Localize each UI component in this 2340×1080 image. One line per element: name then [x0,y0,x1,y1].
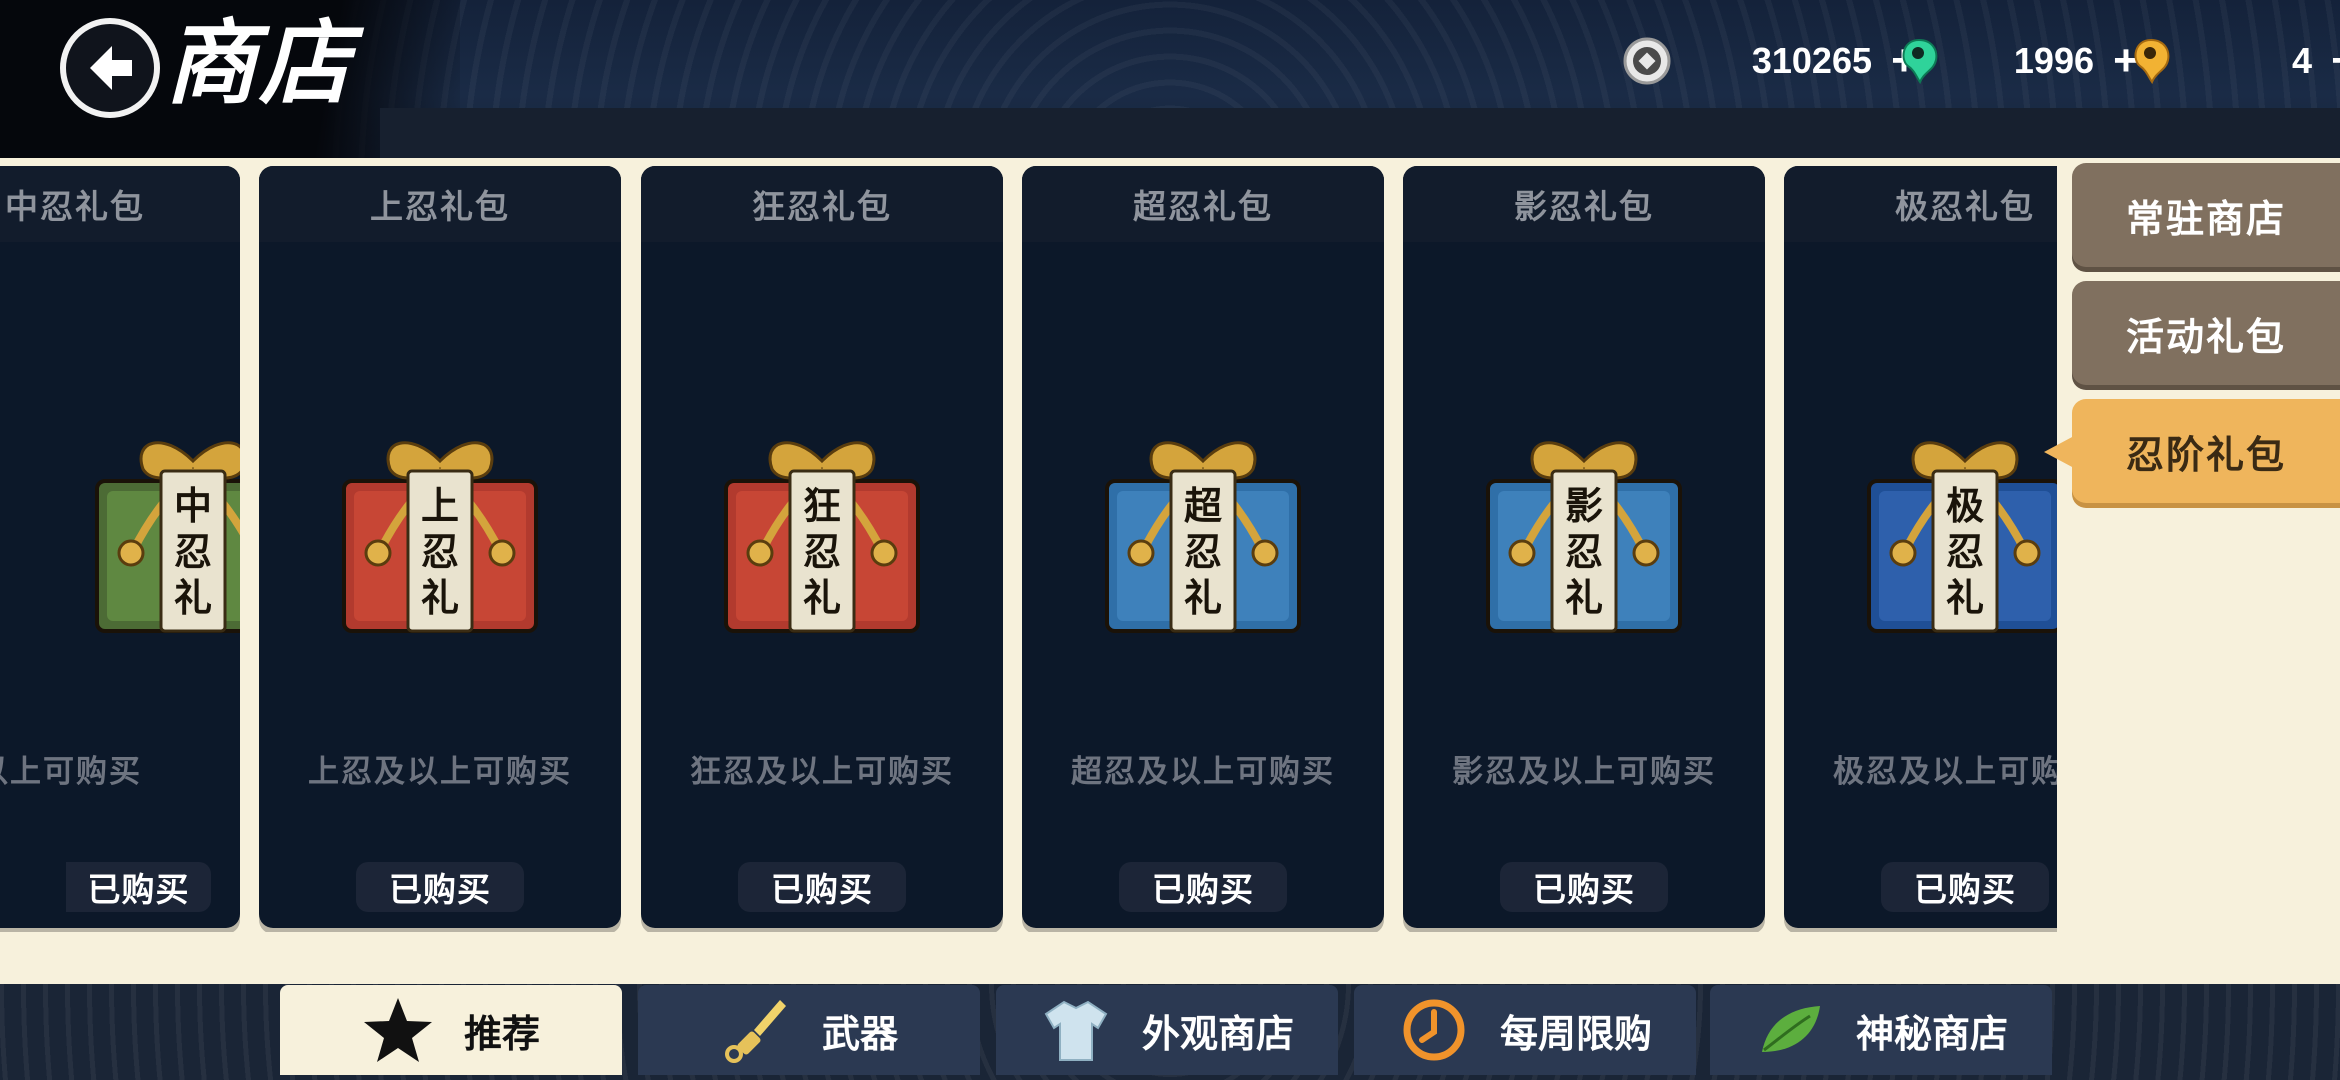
pack-seal-char: 忍 [174,530,212,574]
active-tab-pointer [2044,436,2074,468]
currency-gold-magatama: 4 + [2126,30,2340,92]
back-arrow-icon [90,46,132,90]
tab-weapons[interactable]: 武器 [638,985,980,1075]
pack-card[interactable]: 中忍礼包 中忍礼 中忍及以上可购买 已购买 [0,166,240,928]
tab-label: 外观商店 [1141,1011,1294,1056]
coin-icon [1622,36,1672,86]
purchased-button[interactable]: 已购买 [356,862,524,912]
gold-magatama-value: 4 [2291,40,2312,81]
pack-seal-char: 礼 [421,576,459,620]
coin-value: 310265 [1751,40,1872,81]
page-title: 商店 [165,9,354,117]
pack-seal-char: 中 [174,484,212,528]
pack-box-icon: 极忍礼 [1845,421,2057,651]
pack-title: 狂忍礼包 [641,166,1003,242]
side-tab-regular-shop[interactable]: 常驻商店 [2072,163,2340,267]
green-magatama-icon [1894,36,1944,86]
pack-seal-char: 影 [1565,484,1603,528]
header-strip [380,108,2340,158]
pack-card[interactable]: 上忍礼包 上忍礼 上忍及以上可购买 已购买 [259,166,621,928]
purchased-button[interactable]: 已购买 [1119,862,1287,912]
tab-label: 武器 [821,1011,898,1056]
pack-condition: 狂忍及以上可购买 [690,754,954,790]
add-gold-magatama-button[interactable]: + [2324,39,2340,83]
green-magatama-value: 1996 [2013,40,2094,81]
pack-seal-char: 礼 [1946,576,1984,620]
pack-condition: 上忍及以上可购买 [308,754,572,790]
pack-card[interactable]: 超忍礼包 超忍礼 超忍及以上可购买 已购买 [1022,166,1384,928]
pack-seal-char: 狂 [803,484,841,528]
kunai-icon [720,994,792,1066]
star-icon [362,994,434,1066]
currency-coin: 310265 + [1622,30,1924,92]
currency-green-magatama: 1996 + [1894,30,2146,92]
pack-seal-char: 忍 [1946,530,1984,574]
leaf-icon [1754,994,1826,1066]
pack-title: 上忍礼包 [259,166,621,242]
pack-seal-char: 忍 [1565,530,1603,574]
pack-box-icon: 上忍礼 [320,421,560,651]
pack-condition: 超忍及以上可购买 [1071,754,1335,790]
shirt-icon [1040,994,1112,1066]
purchased-button[interactable]: 已购买 [66,862,211,912]
pack-title: 影忍礼包 [1403,166,1765,242]
clock-icon [1398,994,1470,1066]
pack-seal-char: 忍 [803,530,841,574]
pack-seal-char: 礼 [174,576,212,620]
pack-seal-char: 礼 [1565,576,1603,620]
tab-appearance-shop[interactable]: 外观商店 [996,985,1338,1075]
pack-card[interactable]: 极忍礼包 极忍礼 极忍及以上可购买 已购买 [1784,166,2057,928]
pack-list[interactable]: 中忍礼包 中忍礼 中忍及以上可购买 已购买 上忍礼包 上忍礼 上忍及以上可购买 … [0,166,2057,932]
pack-box-icon: 影忍礼 [1464,421,1704,651]
tab-label: 推荐 [463,1011,540,1056]
pack-seal-char: 忍 [421,530,459,574]
pack-box-icon: 狂忍礼 [702,421,942,651]
purchased-button[interactable]: 已购买 [1500,862,1668,912]
side-tab-rank-packs[interactable]: 忍阶礼包 [2072,399,2340,503]
tab-weekly-limited[interactable]: 每周限购 [1354,985,1696,1075]
pack-seal-char: 极 [1946,484,1984,528]
pack-card[interactable]: 影忍礼包 影忍礼 影忍及以上可购买 已购买 [1403,166,1765,928]
pack-box-icon: 超忍礼 [1083,421,1323,651]
tab-label: 神秘商店 [1855,1011,2008,1056]
side-tab-event-packs[interactable]: 活动礼包 [2072,281,2340,385]
gold-magatama-icon [2126,36,2176,86]
pack-seal-char: 礼 [1184,576,1222,620]
pack-title: 中忍礼包 [0,166,240,242]
tab-recommended[interactable]: 推荐 [280,985,622,1075]
pack-condition: 影忍及以上可购买 [1452,754,1716,790]
pack-box-icon: 中忍礼 [73,421,240,651]
tab-mystery-shop[interactable]: 神秘商店 [1710,985,2052,1075]
pack-seal-char: 上 [421,484,459,528]
pack-title: 超忍礼包 [1022,166,1384,242]
pack-condition: 极忍及以上可购买 [1833,754,2057,790]
pack-seal-char: 忍 [1184,530,1222,574]
tab-label: 每周限购 [1499,1011,1652,1056]
purchased-button[interactable]: 已购买 [738,862,906,912]
pack-condition: 中忍及以上可购买 [0,754,142,790]
pack-card[interactable]: 狂忍礼包 狂忍礼 狂忍及以上可购买 已购买 [641,166,1003,928]
pack-title: 极忍礼包 [1784,166,2057,242]
pack-seal-char: 超 [1184,484,1223,528]
pack-seal-char: 礼 [803,576,841,620]
purchased-button[interactable]: 已购买 [1881,862,2049,912]
back-button[interactable] [60,18,160,118]
